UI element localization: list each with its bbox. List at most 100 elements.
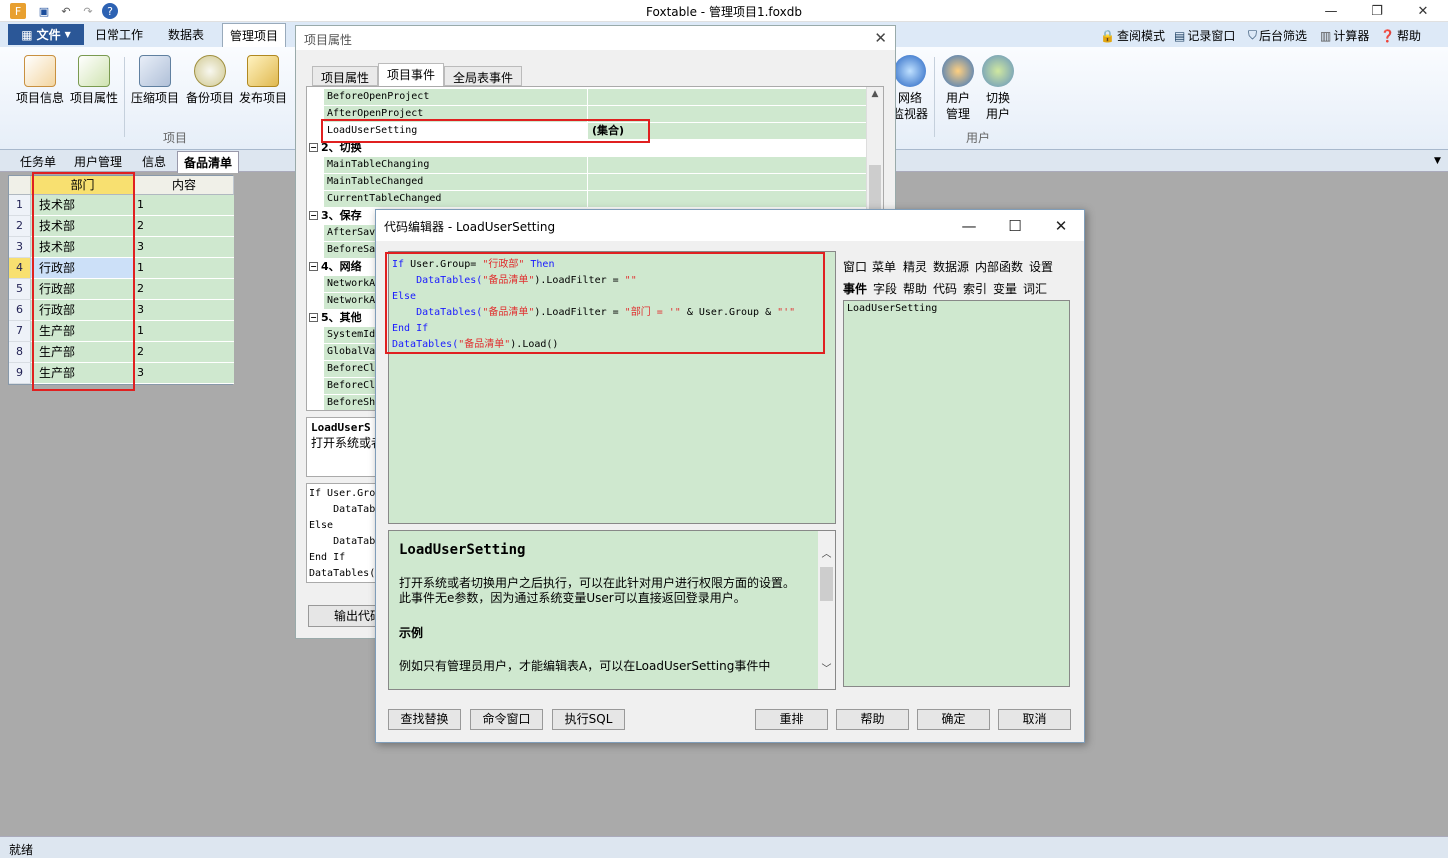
help-button[interactable]: ❓ 帮助 — [1380, 27, 1421, 44]
row-number[interactable]: 2 — [9, 216, 31, 237]
right-tab[interactable]: 索引 — [963, 280, 987, 297]
row-number[interactable]: 6 — [9, 300, 31, 321]
row-number[interactable]: 8 — [9, 342, 31, 363]
user-management-button[interactable]: 用户 管理 — [938, 55, 978, 122]
help-scrollbar[interactable]: ︿ ﹀ — [818, 531, 835, 689]
right-tab[interactable]: 字段 — [873, 280, 897, 297]
right-tab[interactable]: 代码 — [933, 280, 957, 297]
right-tab[interactable]: 词汇 — [1023, 280, 1047, 297]
record-window-button[interactable]: ▤ 记录窗口 — [1174, 27, 1235, 44]
switch-user-button[interactable]: 切换 用户 — [978, 55, 1018, 122]
category-network[interactable]: −4、网络 — [309, 259, 362, 275]
event-row[interactable]: BeforeOpenProject — [311, 89, 866, 106]
tab-spare-parts[interactable]: 备品清单 — [177, 151, 240, 173]
restore-button[interactable]: ❐ — [1354, 0, 1400, 22]
right-tab[interactable]: 设置 — [1029, 258, 1053, 275]
close-button[interactable]: ✕ — [1400, 0, 1446, 22]
close-icon[interactable]: ✕ — [874, 29, 887, 47]
calculator-button[interactable]: ▥ 计算器 — [1320, 27, 1369, 44]
event-name-list[interactable]: LoadUserSetting — [843, 300, 1070, 687]
tab-data-table[interactable]: 数据表 — [168, 26, 204, 43]
minimize-button[interactable]: — — [946, 210, 992, 241]
scroll-up-icon[interactable]: ︿ — [818, 545, 835, 560]
help-paragraph: 例如只有管理员用户，才能编辑表A，可以在LoadUserSetting事件中 — [399, 659, 771, 673]
file-menu-button[interactable]: ▦ 文件 ▼ — [8, 24, 84, 45]
scroll-down-icon[interactable]: ﹀ — [818, 660, 835, 675]
event-value — [588, 157, 866, 174]
column-header-content[interactable]: 内容 — [135, 176, 234, 195]
right-tab[interactable]: 帮助 — [903, 280, 927, 297]
right-tab[interactable]: 内部函数 — [975, 258, 1023, 275]
right-tab[interactable]: 菜单 — [872, 258, 896, 275]
properties-icon — [78, 55, 110, 87]
list-item[interactable]: LoadUserSetting — [847, 303, 1066, 314]
help-button[interactable]: 帮助 — [836, 709, 909, 730]
command-window-button[interactable]: 命令窗口 — [470, 709, 543, 730]
calculator-icon: ▥ — [1320, 28, 1332, 43]
cell-content[interactable]: 1 — [135, 321, 234, 342]
rearrange-button[interactable]: 重排 — [755, 709, 828, 730]
cell-content[interactable]: 2 — [135, 342, 234, 363]
event-row[interactable]: MainTableChanging — [311, 157, 866, 174]
tab-task-list[interactable]: 任务单 — [20, 153, 56, 170]
right-tab[interactable]: 事件 — [843, 280, 867, 297]
backup-project-button[interactable]: 备份项目 — [184, 55, 236, 106]
row-number[interactable]: 9 — [9, 363, 31, 384]
cancel-button[interactable]: 取消 — [998, 709, 1071, 730]
window-title: Foxtable - 管理项目1.foxdb — [646, 5, 802, 19]
compress-project-button[interactable]: 压缩项目 — [128, 55, 182, 106]
tab-manage-project[interactable]: 管理项目 — [222, 23, 287, 47]
ok-button[interactable]: 确定 — [917, 709, 990, 730]
execute-sql-button[interactable]: 执行SQL — [552, 709, 625, 730]
read-mode-button[interactable]: 🔒 查阅模式 — [1100, 27, 1165, 44]
event-row[interactable]: MainTableChanged — [311, 174, 866, 191]
maximize-button[interactable]: ☐ — [992, 210, 1038, 241]
cell-content[interactable]: 3 — [135, 300, 234, 321]
row-number[interactable]: 1 — [9, 195, 31, 216]
cell-content[interactable]: 2 — [135, 279, 234, 300]
event-value — [588, 89, 866, 106]
cell-content[interactable]: 2 — [135, 216, 234, 237]
users-icon — [942, 55, 974, 87]
right-tab[interactable]: 数据源 — [933, 258, 969, 275]
row-number[interactable]: 5 — [9, 279, 31, 300]
category-save[interactable]: −3、保存 — [309, 208, 362, 224]
help-title: LoadUserSetting — [399, 542, 526, 558]
project-properties-button[interactable]: 项目属性 — [68, 55, 120, 106]
tabs-dropdown-icon[interactable]: ▼ — [1434, 156, 1441, 166]
scroll-thumb[interactable] — [820, 567, 833, 601]
highlight-loadusersetting — [321, 119, 650, 143]
find-replace-button[interactable]: 查找替换 — [388, 709, 461, 730]
cell-content[interactable]: 1 — [135, 258, 234, 279]
row-number[interactable]: 4 — [9, 258, 31, 279]
tab-project-properties[interactable]: 项目属性 — [312, 66, 379, 86]
project-info-button[interactable]: 项目信息 — [14, 55, 66, 106]
publish-project-button[interactable]: 发布项目 — [237, 55, 289, 106]
scroll-up-icon[interactable]: ▲ — [867, 89, 883, 99]
globe-icon — [894, 55, 926, 87]
background-filter-button[interactable]: ⛉ 后台筛选 — [1248, 27, 1307, 44]
row-number[interactable]: 3 — [9, 237, 31, 258]
minimize-button[interactable]: — — [1308, 0, 1354, 22]
tab-info[interactable]: 信息 — [142, 153, 166, 170]
tab-project-events[interactable]: 项目事件 — [378, 63, 445, 86]
row-number[interactable]: 7 — [9, 321, 31, 342]
cell-content[interactable]: 3 — [135, 237, 234, 258]
category-other[interactable]: −5、其他 — [309, 310, 362, 326]
scroll-thumb[interactable] — [869, 165, 881, 215]
tab-daily-work[interactable]: 日常工作 — [95, 26, 143, 43]
close-button[interactable]: ✕ — [1038, 210, 1084, 241]
grid-corner — [9, 176, 31, 195]
right-tab[interactable]: 精灵 — [903, 258, 927, 275]
right-tab[interactable]: 变量 — [993, 280, 1017, 297]
compress-icon — [139, 55, 171, 87]
cell-content[interactable]: 3 — [135, 363, 234, 384]
backup-icon — [194, 55, 226, 87]
tab-global-table-events[interactable]: 全局表事件 — [444, 66, 523, 86]
collapse-icon: − — [309, 143, 318, 152]
tab-user-management[interactable]: 用户管理 — [74, 153, 122, 170]
cell-content[interactable]: 1 — [135, 195, 234, 216]
event-row[interactable]: CurrentTableChanged — [311, 191, 866, 208]
right-tab[interactable]: 窗口 — [843, 258, 867, 275]
filter-icon: ⛉ — [1248, 28, 1258, 42]
